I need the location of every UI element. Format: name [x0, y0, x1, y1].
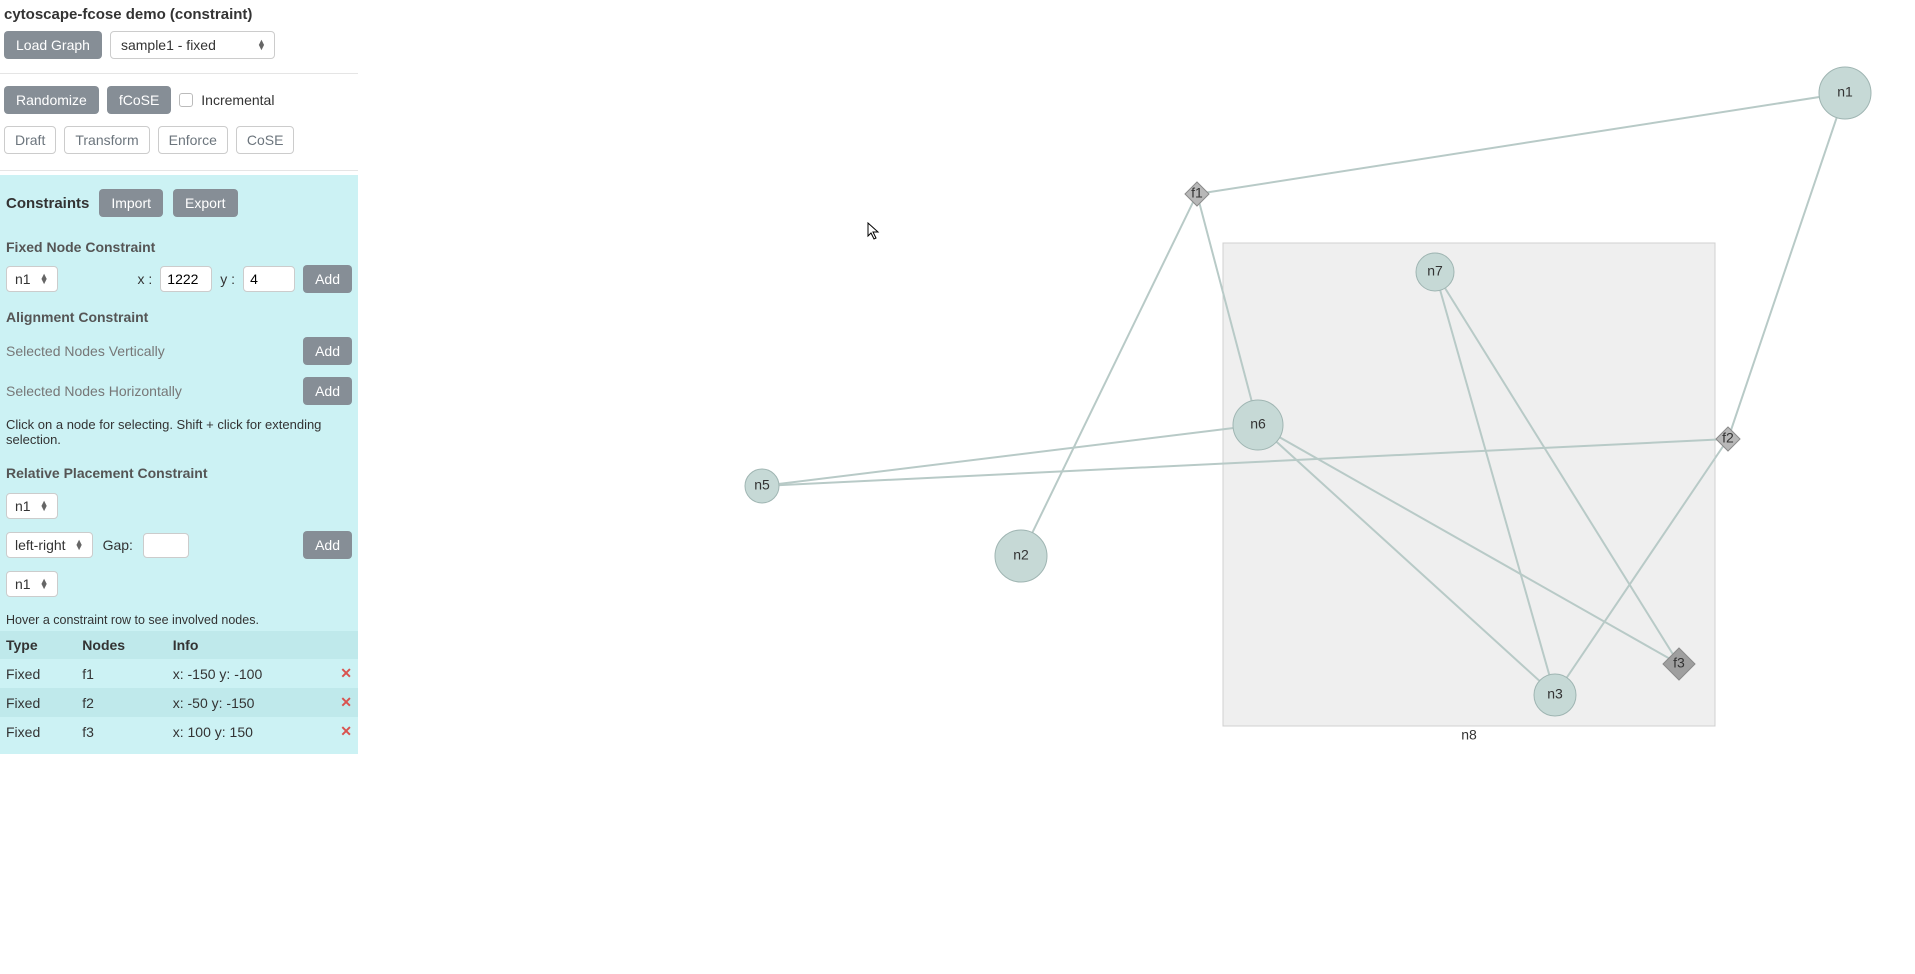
align-hint: Click on a node for selecting. Shift + c… — [0, 411, 358, 453]
rel-add-button[interactable]: Add — [303, 531, 352, 559]
draft-button[interactable]: Draft — [4, 126, 56, 154]
cell-nodes: f3 — [76, 717, 166, 746]
incremental-checkbox[interactable] — [179, 93, 193, 107]
edge[interactable] — [762, 425, 1258, 486]
y-label: y : — [220, 271, 235, 287]
export-button[interactable]: Export — [173, 189, 237, 217]
th-type: Type — [0, 631, 76, 659]
sample-select-value: sample1 - fixed — [121, 37, 216, 53]
graph-node[interactable] — [1416, 253, 1454, 291]
cose-button[interactable]: CoSE — [236, 126, 295, 154]
sample-select[interactable]: sample1 - fixed ▲▼ — [110, 31, 275, 59]
graph-node[interactable] — [995, 530, 1047, 582]
chevron-updown-icon: ▲▼ — [257, 40, 266, 50]
cell-type: Fixed — [0, 717, 76, 746]
cell-info: x: -50 y: -150 — [167, 688, 335, 717]
x-label: x : — [138, 271, 153, 287]
cell-type: Fixed — [0, 688, 76, 717]
constraints-table: Type Nodes Info Fixed f1 x: -150 y: -100… — [0, 631, 358, 746]
cell-nodes: f2 — [76, 688, 166, 717]
graph-node[interactable] — [745, 469, 779, 503]
table-row[interactable]: Fixed f1 x: -150 y: -100 ✕ — [0, 659, 358, 688]
fixed-add-button[interactable]: Add — [303, 265, 352, 293]
enforce-button[interactable]: Enforce — [158, 126, 228, 154]
transform-button[interactable]: Transform — [64, 126, 149, 154]
th-nodes: Nodes — [76, 631, 166, 659]
rel-direction-value: left-right — [15, 537, 66, 553]
x-input[interactable] — [160, 266, 212, 292]
edge[interactable] — [1728, 93, 1845, 439]
relative-constraint-title: Relative Placement Constraint — [0, 453, 358, 487]
graph-node[interactable] — [1534, 674, 1576, 716]
delete-row-icon[interactable]: ✕ — [340, 723, 352, 739]
compound-node[interactable] — [1223, 243, 1715, 726]
fixed-node[interactable] — [1716, 427, 1740, 451]
chevron-updown-icon: ▲▼ — [75, 540, 84, 550]
graph-node[interactable] — [1819, 67, 1871, 119]
fcose-button[interactable]: fCoSE — [107, 86, 171, 114]
chevron-updown-icon: ▲▼ — [40, 579, 49, 589]
gap-input[interactable] — [143, 533, 189, 558]
constraints-title: Constraints — [6, 195, 89, 212]
delete-row-icon[interactable]: ✕ — [340, 694, 352, 710]
compound-label: n8 — [1461, 727, 1477, 743]
delete-row-icon[interactable]: ✕ — [340, 665, 352, 681]
randomize-button[interactable]: Randomize — [4, 86, 99, 114]
graph-canvas[interactable]: n1n2n3n5n6n7f1f2f3n8 — [358, 0, 1915, 974]
table-row[interactable]: Fixed f3 x: 100 y: 150 ✕ — [0, 717, 358, 746]
rel-direction-select[interactable]: left-right ▲▼ — [6, 532, 93, 558]
align-horz-add-button[interactable]: Add — [303, 377, 352, 405]
app-title: cytoscape-fcose demo (constraint) — [0, 0, 358, 31]
chevron-updown-icon: ▲▼ — [40, 501, 49, 511]
cell-info: x: -150 y: -100 — [167, 659, 335, 688]
rel-node2-value: n1 — [15, 576, 31, 592]
th-info: Info — [167, 631, 358, 659]
load-graph-button[interactable]: Load Graph — [4, 31, 102, 59]
fixed-node-select[interactable]: n1 ▲▼ — [6, 266, 58, 292]
edge[interactable] — [1021, 194, 1197, 556]
y-input[interactable] — [243, 266, 295, 292]
import-button[interactable]: Import — [99, 189, 163, 217]
constraints-panel: Constraints Import Export Fixed Node Con… — [0, 175, 358, 754]
rel-node1-value: n1 — [15, 498, 31, 514]
rel-node1-select[interactable]: n1 ▲▼ — [6, 493, 58, 519]
chevron-updown-icon: ▲▼ — [40, 274, 49, 284]
graph-node[interactable] — [1233, 400, 1283, 450]
cell-info: x: 100 y: 150 — [167, 717, 335, 746]
table-hint: Hover a constraint row to see involved n… — [0, 603, 358, 631]
fixed-node[interactable] — [1185, 182, 1209, 206]
fixed-node-value: n1 — [15, 271, 31, 287]
gap-label: Gap: — [103, 537, 133, 553]
edge[interactable] — [1197, 93, 1845, 194]
align-vert-add-button[interactable]: Add — [303, 337, 352, 365]
table-row[interactable]: Fixed f2 x: -50 y: -150 ✕ — [0, 688, 358, 717]
fixed-constraint-title: Fixed Node Constraint — [0, 227, 358, 261]
align-vert-label: Selected Nodes Vertically — [6, 343, 165, 359]
alignment-constraint-title: Alignment Constraint — [0, 297, 358, 331]
align-horz-label: Selected Nodes Horizontally — [6, 383, 182, 399]
cell-type: Fixed — [0, 659, 76, 688]
cell-nodes: f1 — [76, 659, 166, 688]
incremental-label: Incremental — [201, 92, 274, 108]
rel-node2-select[interactable]: n1 ▲▼ — [6, 571, 58, 597]
